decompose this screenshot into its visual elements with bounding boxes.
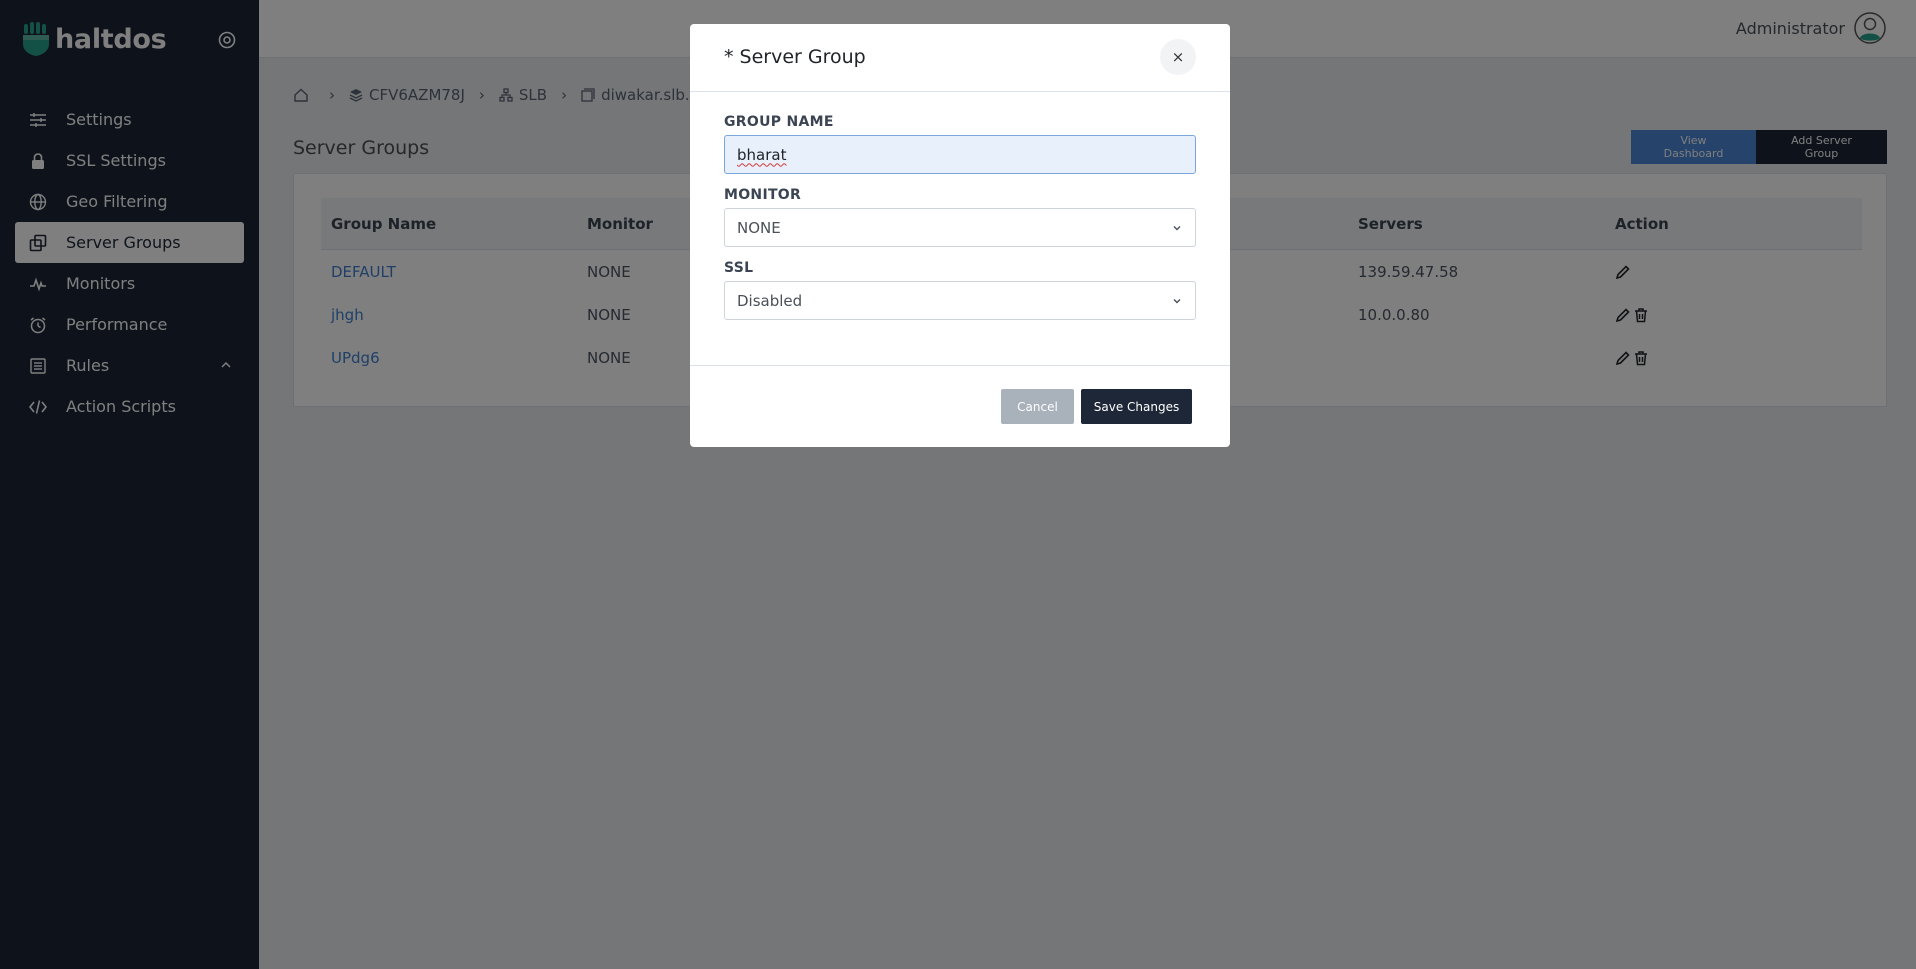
chevron-down-icon bbox=[1173, 299, 1181, 304]
close-button[interactable]: × bbox=[1160, 39, 1196, 75]
ssl-select[interactable]: Disabled bbox=[724, 281, 1196, 320]
save-changes-button[interactable]: Save Changes bbox=[1081, 389, 1192, 424]
modal-body: GROUP NAME bharat MONITOR NONE SSL Disab… bbox=[724, 114, 1196, 333]
modal-footer: Cancel Save Changes bbox=[690, 365, 1230, 447]
monitor-label: MONITOR bbox=[724, 187, 802, 203]
group-name-value: bharat bbox=[737, 145, 787, 164]
monitor-field: MONITOR NONE bbox=[724, 187, 1196, 247]
modal-header: * Server Group × bbox=[690, 24, 1230, 92]
group-name-input[interactable]: bharat bbox=[724, 135, 1196, 174]
ssl-field: SSL Disabled bbox=[724, 260, 1196, 320]
chevron-down-icon bbox=[1173, 226, 1181, 231]
modal-title: * Server Group bbox=[724, 46, 866, 68]
group-name-field: GROUP NAME bharat bbox=[724, 114, 1196, 174]
ssl-label: SSL bbox=[724, 260, 754, 276]
monitor-selected-value: NONE bbox=[737, 218, 781, 237]
ssl-selected-value: Disabled bbox=[737, 291, 803, 310]
server-group-modal: * Server Group × GROUP NAME bharat MONIT… bbox=[690, 24, 1230, 447]
cancel-button[interactable]: Cancel bbox=[1001, 389, 1074, 424]
monitor-select[interactable]: NONE bbox=[724, 208, 1196, 247]
group-name-label: GROUP NAME bbox=[724, 114, 834, 130]
close-icon: × bbox=[1171, 48, 1185, 66]
